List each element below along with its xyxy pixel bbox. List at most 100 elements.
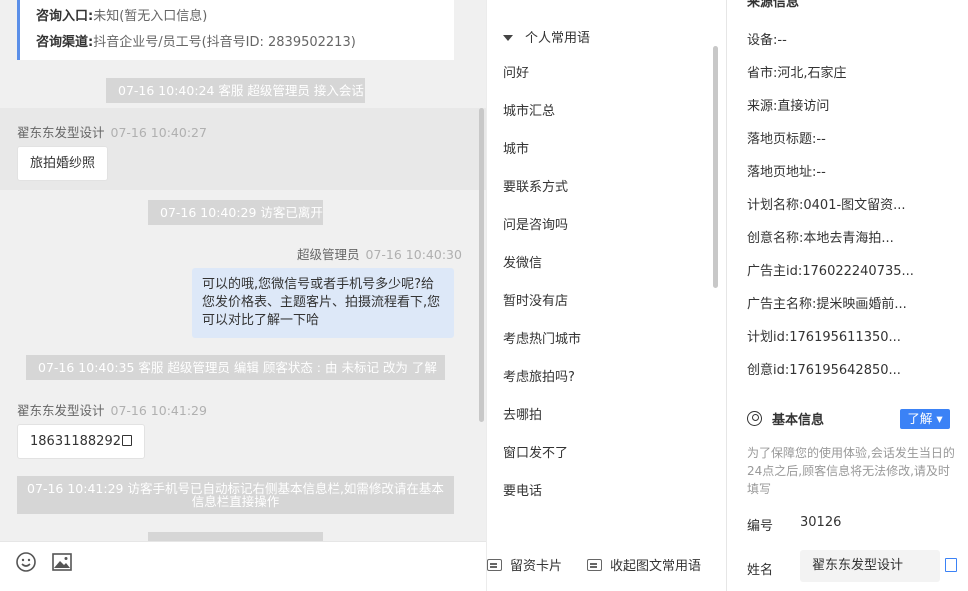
phrase-footer: 留资卡片 收起图文常用语 [487,541,727,591]
consult-channel-label: 咨询渠道: [36,35,94,50]
info-row-city: 省市:河北,石家庄 [747,62,847,81]
info-row-landing-title: 落地页标题:-- [747,128,826,147]
phrase-list: 问好 城市汇总 城市 要联系方式 问是咨询吗 发微信 暂时没有店 考虑热门城市 … [503,55,703,511]
consult-channel-value: 抖音企业号/员工号(抖音号ID: 2839502213) [93,35,356,50]
image-icon[interactable] [51,551,73,573]
triangle-down-icon [503,35,513,41]
info-row-plan-name: 计划名称:0401-图文留资... [747,194,906,213]
phrase-section-title: 个人常用语 [525,31,591,46]
info-label: 广告主id: [747,264,803,279]
visitor-sender-1: 翟东东发型设计 07-16 10:40:27 [17,122,207,141]
system-message-join: 07-16 10:40:24 客服 超级管理员 接入会话 [106,78,365,103]
info-value: -- [816,132,826,147]
emoji-icon[interactable] [15,551,37,573]
visitor-sender-2: 翟东东发型设计 07-16 10:41:29 [17,400,207,419]
visitor-bubble-1: 旅拍婚纱照 [17,146,109,181]
phrase-item[interactable]: 城市汇总 [503,93,703,131]
info-value: 176022240735... [802,264,914,279]
phrase-item[interactable]: 城市 [503,131,703,169]
system-message-partial: 07-16 10:41:33 访客已离开 [148,532,323,541]
chat-history[interactable]: 咨询入口:未知(暂无入口信息) 咨询渠道:抖音企业号/员工号(抖音号ID: 28… [0,0,486,541]
info-row-advertiser-id: 广告主id:176022240735... [747,260,914,279]
visitor-bubble-2: 18631188292 [17,424,145,459]
system-message-left: 07-16 10:40:29 访客已离开 [148,200,323,225]
agent-sender: 超级管理员 07-16 10:40:30 [297,244,462,263]
chat-panel: 咨询入口:未知(暂无入口信息) 咨询渠道:抖音企业号/员工号(抖音号ID: 28… [0,0,486,591]
user-icon [747,411,762,426]
visitor-name: 翟东东发型设计 [17,403,105,418]
copy-icon[interactable] [945,558,957,572]
info-row-plan-id: 计划id:176195611350... [747,326,901,345]
card-icon [487,559,502,571]
basic-info-title: 基本信息 [772,413,825,428]
collapse-phrases-button[interactable]: 收起图文常用语 [587,555,701,574]
phrase-item[interactable]: 暂时没有店 [503,283,703,321]
info-label: 省市: [747,66,778,81]
info-row-landing-url: 落地页地址:-- [747,161,826,180]
info-label: 创意名称: [747,231,804,246]
chat-input-bar [0,541,486,591]
visitor-message-1: 翟东东发型设计 07-16 10:40:27 旅拍婚纱照 [0,108,486,190]
phrase-item[interactable]: 问好 [503,55,703,93]
info-label: 设备: [747,33,778,48]
message-time: 07-16 10:40:27 [110,125,207,140]
info-row-creative-id: 创意id:176195642850... [747,359,901,378]
visitor-info-panel: 来源信息 设备:-- 省市:河北,石家庄 来源:直接访问 落地页标题:-- 落地… [726,0,968,591]
agent-bubble: 可以的哦,您微信号或者手机号多少呢?给您发价格表、主题客片、拍摄流程看下,您可以… [192,268,454,338]
basic-info-header: 基本信息 [747,409,824,428]
collapse-phrases-label: 收起图文常用语 [610,559,702,574]
info-value: 0401-图文留资... [803,198,906,213]
system-message-status: 07-16 10:40:35 客服 超级管理员 编辑 顾客状态 : 由 未标记 … [26,355,445,380]
phrase-item[interactable]: 要联系方式 [503,169,703,207]
phrase-section-toggle[interactable]: 个人常用语 [503,27,590,46]
visitor-name: 翟东东发型设计 [17,125,105,140]
copy-icon[interactable] [121,435,132,446]
info-row-source: 来源:直接访问 [747,95,829,114]
phrase-item[interactable]: 去哪拍 [503,397,703,435]
name-field[interactable]: 翟东东发型设计 [800,550,940,582]
phrase-item[interactable]: 考虑热门城市 [503,321,703,359]
consult-info-card: 咨询入口:未知(暂无入口信息) 咨询渠道:抖音企业号/员工号(抖音号ID: 28… [17,0,454,60]
customer-status-dropdown[interactable]: 了解 ▾ [900,409,950,429]
number-value: 30126 [800,515,842,530]
info-label: 计划id: [747,330,790,345]
phrase-item[interactable]: 问是咨询吗 [503,207,703,245]
info-row-creative-name: 创意名称:本地去青海拍... [747,227,894,246]
info-value: -- [777,33,787,48]
message-time: 07-16 10:41:29 [110,403,207,418]
message-time: 07-16 10:40:30 [365,247,462,262]
consult-channel: 咨询渠道:抖音企业号/员工号(抖音号ID: 2839502213) [36,30,454,56]
system-message-phone: 07-16 10:41:29 访客手机号已自动标记右侧基本信息栏,如需修改请在基… [17,476,454,514]
phrase-scrollbar[interactable] [713,46,718,288]
number-label: 编号 [747,519,774,534]
consult-entry-value: 未知(暂无入口信息) [93,9,208,24]
chat-scrollbar[interactable] [479,108,484,422]
phrases-panel: 个人常用语 问好 城市汇总 城市 要联系方式 问是咨询吗 发微信 暂时没有店 考… [486,0,726,591]
info-value: 直接访问 [777,99,830,114]
chat-workspace: 咨询入口:未知(暂无入口信息) 咨询渠道:抖音企业号/员工号(抖音号ID: 28… [0,0,968,591]
info-value: 176195611350... [789,330,901,345]
info-value: 河北,石家庄 [777,66,847,81]
source-info-header: 来源信息 [747,0,800,10]
info-row-advertiser-name: 广告主名称:提米映画婚前... [747,293,907,312]
phrase-item[interactable]: 考虑旅拍吗? [503,359,703,397]
card-icon [587,559,602,571]
info-value: 本地去青海拍... [803,231,894,246]
lead-card-label: 留资卡片 [510,559,563,574]
phrase-item[interactable]: 窗口发不了 [503,435,703,473]
info-label: 落地页地址: [747,165,817,180]
info-label: 计划名称: [747,198,804,213]
info-value: 提米映画婚前... [816,297,907,312]
lead-card-button[interactable]: 留资卡片 [487,555,562,574]
edit-notice: 为了保障您的使用体验,会话发生当日的24点之后,顾客信息将无法修改,请及时填写 [747,446,955,496]
info-value: -- [816,165,826,180]
info-label: 广告主名称: [747,297,817,312]
phrase-item[interactable]: 要电话 [503,473,703,511]
visitor-phone: 18631188292 [30,434,121,449]
consult-entry: 咨询入口:未知(暂无入口信息) [36,4,454,30]
info-value: 176195642850... [789,363,901,378]
phrase-item[interactable]: 发微信 [503,245,703,283]
agent-name: 超级管理员 [297,247,360,262]
info-label: 落地页标题: [747,132,817,147]
consult-entry-label: 咨询入口: [36,9,94,24]
